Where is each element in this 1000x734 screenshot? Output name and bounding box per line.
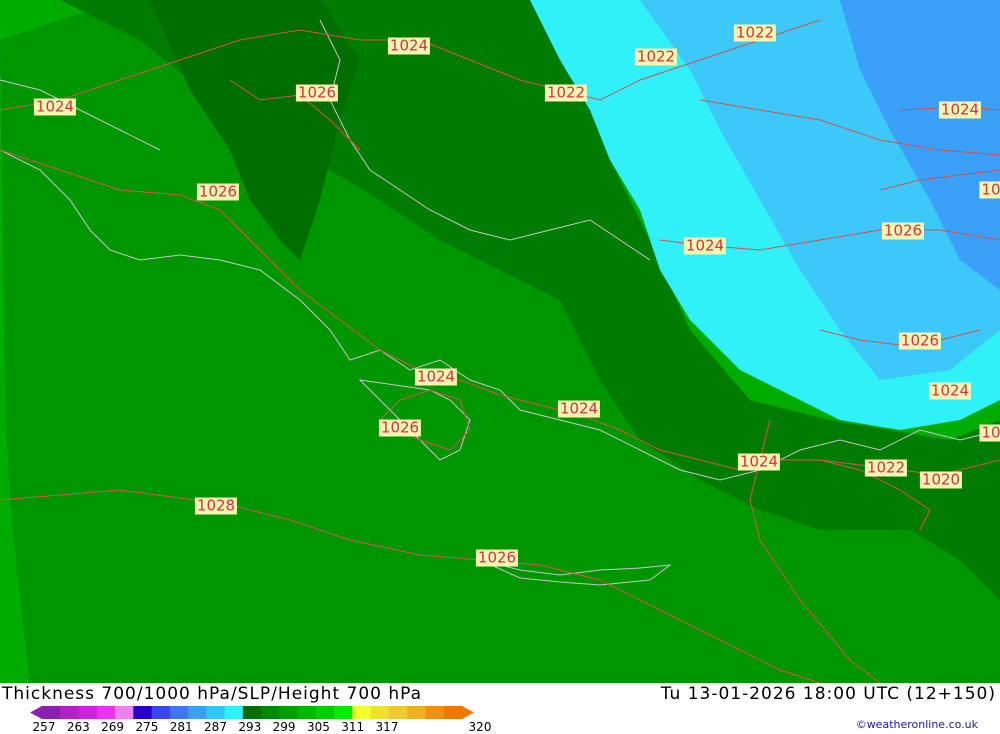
legend-swatch: [279, 706, 299, 719]
legend-arrow-right: [462, 706, 475, 719]
isobar-label: 1024: [737, 452, 781, 471]
legend-tick-label: 305: [306, 720, 330, 734]
weather-map: [0, 0, 1000, 683]
isobar-label: 1028: [194, 496, 238, 515]
isobar-label: 1024: [557, 399, 601, 418]
isobar-label: 1024: [387, 36, 431, 55]
legend-tick-label: 287: [204, 720, 227, 734]
legend-swatch: [188, 706, 207, 719]
legend-swatch: [96, 706, 116, 719]
legend-swatch: [206, 706, 226, 719]
legend-swatch: [334, 706, 353, 719]
legend-swatch: [42, 706, 61, 719]
isobar-label: 10: [979, 181, 1000, 199]
legend-tick-label: 269: [101, 720, 125, 734]
isobar-label: 1024: [33, 97, 77, 116]
legend-swatch: [370, 706, 390, 719]
legend-swatch: [133, 706, 153, 719]
isobar-label: 1020: [919, 470, 963, 489]
legend-arrow-left: [30, 706, 42, 719]
legend-swatch: [151, 706, 171, 719]
legend-tick-label: 275: [135, 720, 159, 734]
isobar-label: 1026: [378, 418, 422, 437]
legend-swatch: [60, 706, 80, 719]
isobar-label: 1024: [683, 236, 727, 255]
isobar-label: 1026: [295, 83, 339, 102]
legend-tick-label: 299: [272, 720, 296, 734]
isobar-label: 1022: [544, 83, 588, 102]
legend-swatch: [352, 706, 372, 719]
legend-tick-label: 317: [375, 720, 399, 734]
legend-swatch: [407, 706, 426, 719]
isobar-label: 1022: [733, 23, 777, 42]
credit-link[interactable]: ©weatheronline.co.uk: [856, 718, 978, 731]
isobar-label: 1026: [196, 182, 240, 201]
legend-swatch: [388, 706, 408, 719]
isobar-label: 1026: [475, 548, 519, 567]
legend-swatch: [115, 706, 134, 719]
legend-tick-label: 293: [238, 720, 262, 734]
legend-swatch: [78, 706, 98, 719]
isobar-label: 1022: [634, 47, 678, 66]
legend-swatch: [297, 706, 317, 719]
isobar-label: 1026: [898, 331, 942, 350]
legend-swatch: [169, 706, 189, 719]
isobar-label: 1024: [414, 367, 458, 386]
legend-tick-label: 311: [341, 720, 365, 734]
forecast-datetime: Tu 13-01-2026 18:00 UTC (12+150): [660, 684, 996, 704]
isobar-label: 1022: [864, 458, 908, 477]
legend-tick-label: 263: [66, 720, 90, 734]
legend-swatch: [261, 706, 280, 719]
legend-tick-label: 257: [32, 720, 56, 734]
legend-tick-label: 281: [169, 720, 193, 734]
legend-swatch: [242, 706, 262, 719]
legend-swatch: [443, 706, 463, 719]
legend-swatch: [315, 706, 335, 719]
color-legend: [30, 706, 475, 719]
legend-swatch: [425, 706, 445, 719]
isobar-label: 1024: [938, 100, 982, 119]
isobar-label: 1024: [928, 381, 972, 400]
isobar-label: 1026: [881, 221, 925, 240]
map-title: Thickness 700/1000 hPa/SLP/Height 700 hP…: [2, 684, 423, 704]
legend-tick-label: 320: [468, 720, 492, 734]
isobar-label: 10: [979, 424, 1000, 442]
legend-swatch: [224, 706, 244, 719]
